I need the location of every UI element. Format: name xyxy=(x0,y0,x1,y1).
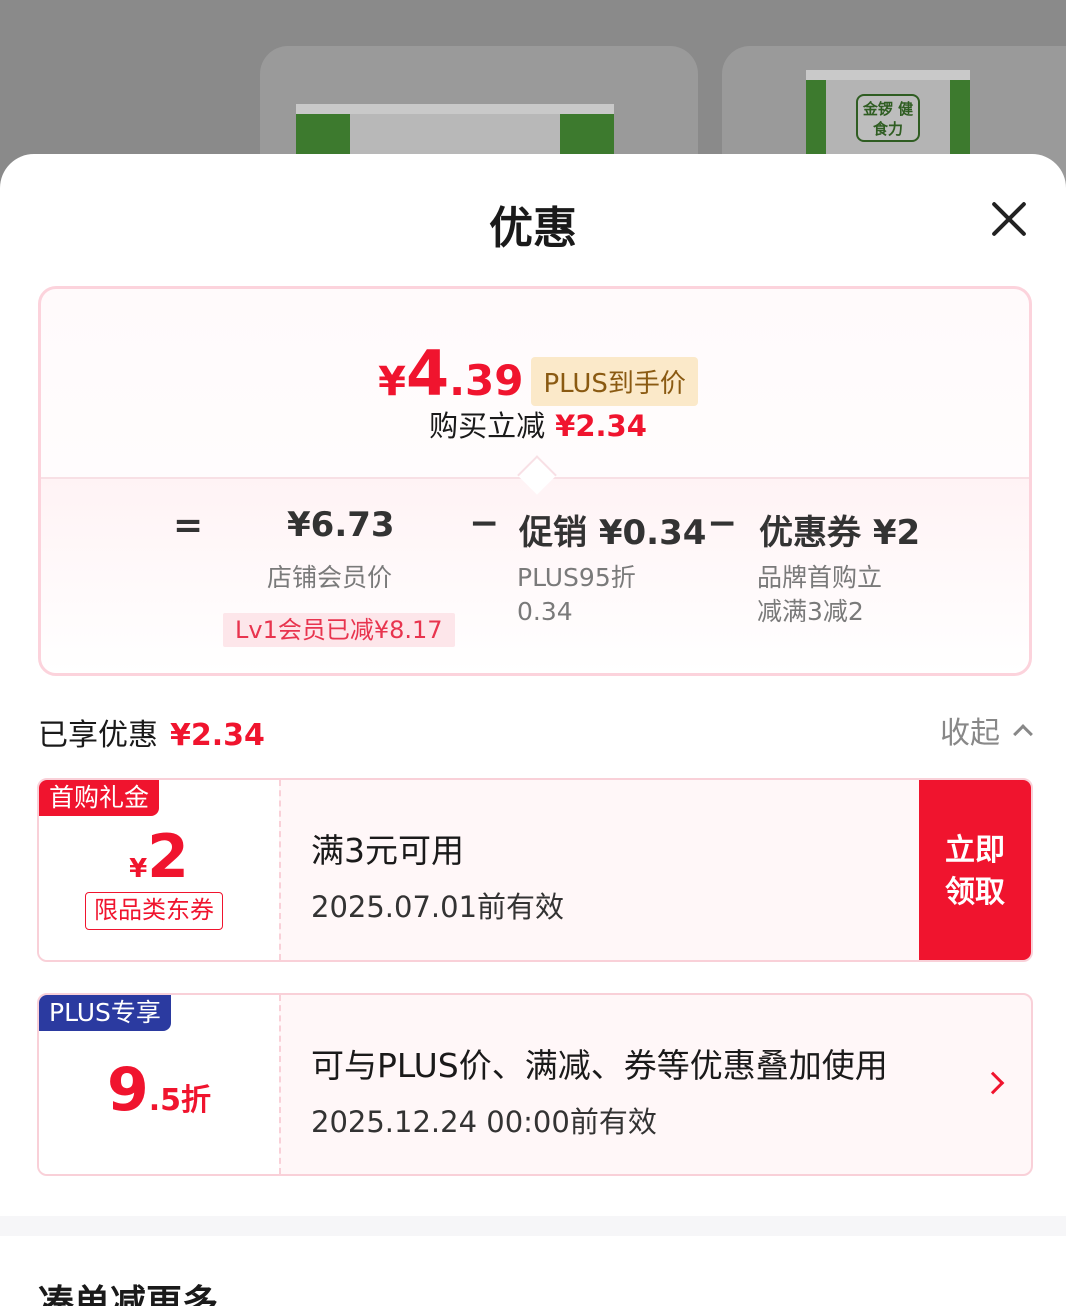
coupon-separator xyxy=(279,780,281,960)
promo-value: 促销 ¥0.34 xyxy=(519,513,707,553)
member-badge: Lv1会员已减¥8.17 xyxy=(223,613,455,647)
reduce-amount: ¥2.34 xyxy=(555,409,647,443)
coupon-tag: 首购礼金 xyxy=(39,780,160,816)
final-price-line: ¥4.39 PLUS到手价 xyxy=(41,337,1035,410)
coupon-card: 首购礼金 ¥2 限品类东券 满3元可用 2025.07.01前有效 立即 领取 xyxy=(37,778,1033,962)
final-price: ¥4.39 xyxy=(378,337,524,410)
member-price-label: 店铺会员价 xyxy=(267,563,393,592)
coupon-limit: 限品类东券 xyxy=(85,892,223,930)
price-breakdown: = ¥6.73 店铺会员价 Lv1会员已减¥8.17 − 促销 ¥0.34 PL… xyxy=(41,479,1029,673)
coupon-info: 满3元可用 2025.07.01前有效 xyxy=(311,824,564,926)
plus-discount-card[interactable]: PLUS专享 9.5折 可与PLUS价、满减、券等优惠叠加使用 2025.12.… xyxy=(37,993,1033,1176)
enjoyed-label: 已享优惠 xyxy=(38,718,158,753)
promo-detail: PLUS95折 0.34 xyxy=(517,563,636,626)
coupon-date: 2025.12.24 00:00前有效 xyxy=(311,1105,657,1139)
chevron-right-icon[interactable] xyxy=(981,1071,1005,1095)
minus-sign: − xyxy=(469,503,500,544)
chevron-up-icon xyxy=(1013,724,1033,744)
coupon-info: 可与PLUS价、满减、券等优惠叠加使用 2025.12.24 00:00前有效 xyxy=(311,1039,888,1141)
plus-price-tag: PLUS到手价 xyxy=(531,357,698,406)
enjoyed-discount: 已享优惠 ¥2.34 xyxy=(38,710,265,754)
minus-sign: − xyxy=(707,503,738,544)
collapse-toggle[interactable]: 收起 xyxy=(940,708,1033,752)
coupon-amount: ¥2 xyxy=(129,822,189,892)
coupon-detail: 品牌首购立 减满3减2 xyxy=(757,563,883,626)
coupon-tag: PLUS专享 xyxy=(39,995,171,1031)
coupon-left: 首购礼金 ¥2 限品类东券 xyxy=(39,780,279,960)
sheet-title: 优惠 xyxy=(489,203,577,254)
equals-sign: = xyxy=(173,505,204,546)
coupon-title: 可与PLUS价、满减、券等优惠叠加使用 xyxy=(311,1046,888,1085)
discount-sheet: 优惠 ¥4.39 PLUS到手价 购买立减 ¥2.34 = ¥6.73 店铺会员价 … xyxy=(0,154,1066,1306)
coupon-separator xyxy=(279,995,281,1174)
coupon-date: 2025.07.01前有效 xyxy=(311,890,565,924)
enjoyed-amount: ¥2.34 xyxy=(170,718,265,753)
more-deals-title: 凑单减更多 xyxy=(38,1283,219,1306)
close-icon[interactable] xyxy=(984,194,1034,244)
collapse-label: 收起 xyxy=(940,716,1000,751)
brand-logo: 金锣 健食力 xyxy=(856,94,920,142)
coupon-title: 满3元可用 xyxy=(311,831,464,870)
reduce-label: 购买立减 xyxy=(429,409,546,443)
member-price: ¥6.73 xyxy=(287,505,395,545)
coupon-amount: 9.5折 xyxy=(106,1055,212,1125)
coupon-value: 优惠券 ¥2 xyxy=(759,513,921,553)
section-divider xyxy=(0,1216,1066,1236)
price-summary: ¥4.39 PLUS到手价 购买立减 ¥2.34 = ¥6.73 店铺会员价 Lv1… xyxy=(38,286,1032,676)
reduce-line: 购买立减 ¥2.34 xyxy=(41,403,1035,445)
claim-label-line2: 领取 xyxy=(945,875,1005,910)
claim-label-line1: 立即 xyxy=(945,833,1005,868)
claim-button[interactable]: 立即 领取 xyxy=(919,780,1031,960)
coupon-left: PLUS专享 9.5折 xyxy=(39,995,279,1174)
